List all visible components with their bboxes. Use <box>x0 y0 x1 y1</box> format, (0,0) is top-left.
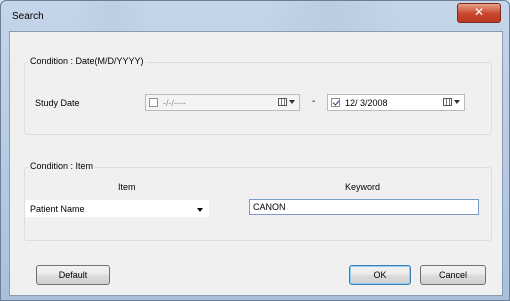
date-range-separator: - <box>312 96 316 107</box>
title-bar[interactable]: Search ✕ <box>1 1 509 31</box>
search-dialog: Search ✕ Condition : Date(M/D/YYYY) Stud… <box>0 0 510 301</box>
chevron-down-icon <box>197 208 203 212</box>
keyword-column-header: Keyword <box>345 182 381 192</box>
keyword-input[interactable]: CANON <box>249 199 479 215</box>
ok-button[interactable]: OK <box>349 265 411 285</box>
calendar-icon <box>443 98 452 106</box>
study-date-to-checkbox[interactable] <box>331 98 340 107</box>
dialog-body: Condition : Date(M/D/YYYY) Study Date -/… <box>9 31 503 296</box>
window-title: Search <box>12 11 44 22</box>
close-button[interactable]: ✕ <box>457 3 501 23</box>
item-group-title: Condition : Item <box>28 161 96 171</box>
item-condition-group: Condition : Item Item Keyword Patient Na… <box>24 161 492 241</box>
study-date-from-picker[interactable]: -/-/---- <box>145 94 300 111</box>
study-date-to-value: 12/ 3/2008 <box>345 98 388 108</box>
study-date-from-checkbox[interactable] <box>149 98 158 107</box>
study-date-from-value: -/-/---- <box>163 98 186 108</box>
background-blur <box>261 1 401 31</box>
calendar-icon <box>278 98 287 106</box>
item-select-value: Patient Name <box>30 204 85 214</box>
background-blur <box>71 1 151 31</box>
close-icon: ✕ <box>473 5 485 19</box>
study-date-to-dropdown[interactable] <box>443 97 461 108</box>
date-condition-group: Condition : Date(M/D/YYYY) Study Date -/… <box>24 56 492 135</box>
study-date-from-dropdown[interactable] <box>278 97 296 108</box>
item-select[interactable]: Patient Name <box>25 200 209 217</box>
cancel-button[interactable]: Cancel <box>420 265 486 285</box>
chevron-down-icon <box>454 100 460 104</box>
item-column-header: Item <box>118 182 136 192</box>
study-date-label: Study Date <box>35 98 80 108</box>
default-button[interactable]: Default <box>36 265 110 285</box>
chevron-down-icon <box>289 100 295 104</box>
date-group-title: Condition : Date(M/D/YYYY) <box>28 56 146 66</box>
study-date-to-picker[interactable]: 12/ 3/2008 <box>327 94 465 111</box>
